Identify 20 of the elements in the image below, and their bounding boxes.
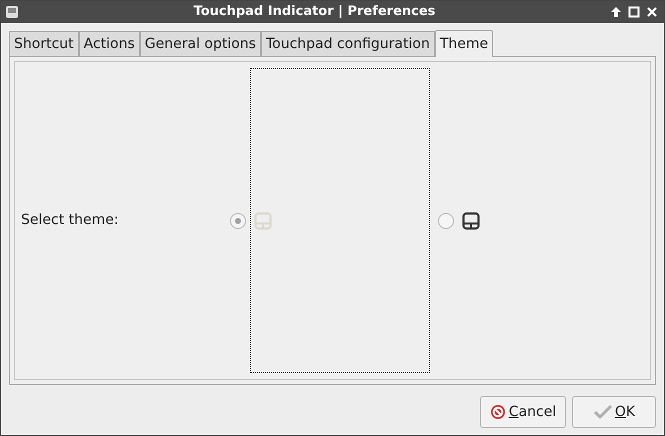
theme-option[interactable] [462,212,480,230]
radio-button[interactable] [438,212,454,228]
tab[interactable]: Theme [434,30,494,57]
tab[interactable]: Actions [78,31,140,56]
maximize-icon[interactable] [628,6,640,18]
ok-button[interactable]: OK [572,396,656,428]
close-icon[interactable] [646,6,658,18]
no-entry-icon [490,404,506,420]
checkmark-icon [592,404,613,420]
cancel-button[interactable]: Cancel [480,396,566,428]
select-theme-label: Select theme: [20,211,120,230]
window-icon [5,5,19,19]
tab[interactable]: Touchpad configuration [260,31,435,56]
radio-button[interactable] [230,212,246,228]
touchpad-icon [462,212,480,230]
tab[interactable]: General options [140,31,261,56]
touchpad-icon [254,212,272,230]
window-title: Touchpad Indicator | Preferences [192,3,436,22]
tab[interactable]: Shortcut [9,31,79,56]
arrow-up-icon[interactable] [610,6,622,18]
